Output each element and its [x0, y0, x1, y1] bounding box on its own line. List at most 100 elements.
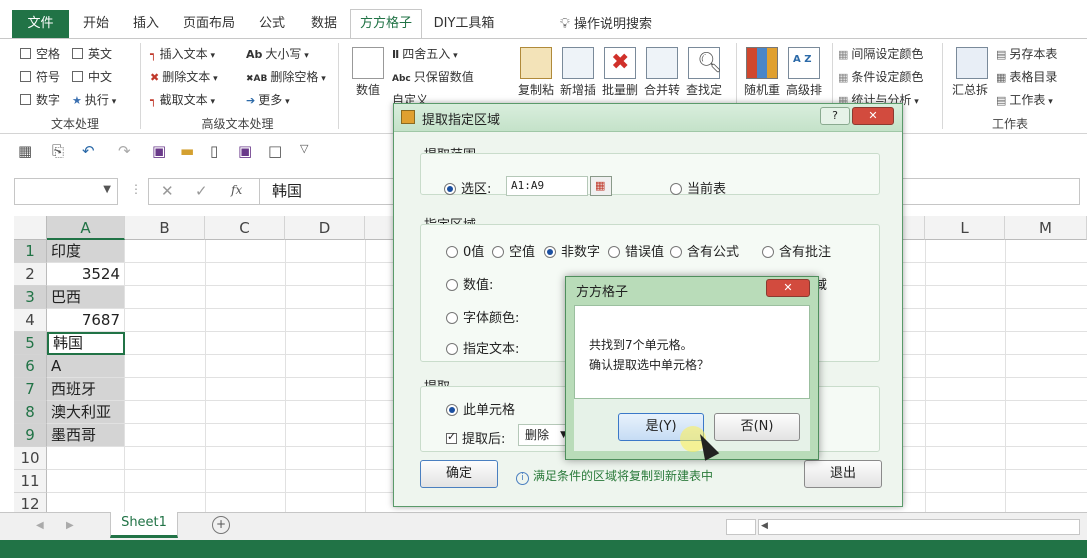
no-button[interactable]: 否(N)	[714, 413, 800, 441]
delete-space-button[interactable]: ✖AB 删除空格 ▾	[246, 67, 326, 87]
insert-text-button[interactable]: ┑ 插入文本 ▾	[150, 44, 215, 64]
add-insert-button[interactable]: 新增插	[554, 81, 602, 98]
after-action-select[interactable]: 删除 ▼	[518, 424, 570, 446]
radio-selection[interactable]: 选区:	[444, 178, 491, 197]
interval-color-button[interactable]: ▦ 间隔设定颜色	[838, 44, 923, 64]
summary-split-button[interactable]: 汇总拆	[946, 81, 994, 98]
radio-current-sheet[interactable]: 当前表	[670, 178, 726, 197]
batch-delete-button[interactable]: 批量删	[596, 81, 644, 98]
tab-formulas[interactable]: 公式	[248, 10, 296, 38]
redo-icon[interactable]: ↷	[118, 142, 131, 160]
copy-icon[interactable]: ⎘	[52, 142, 64, 160]
tab-page-layout[interactable]: 页面布局	[176, 10, 242, 38]
customize-qat-icon[interactable]: ▽	[300, 142, 308, 155]
cell-a[interactable]: 印度	[47, 240, 125, 263]
formula-bar-splitter[interactable]: ⋮	[130, 182, 142, 196]
tab-data[interactable]: 数据	[300, 10, 348, 38]
radio-empty[interactable]: 空值	[492, 241, 535, 260]
row-header[interactable]: 5	[14, 332, 47, 355]
cell-a[interactable]: 韩国	[47, 332, 125, 355]
cell-a[interactable]: 西班牙	[47, 378, 125, 401]
advanced-sort-button[interactable]: 高级排	[780, 81, 828, 98]
msgbox-close-button[interactable]: ✕	[766, 279, 810, 297]
scroll-left-icon[interactable]: ◀	[761, 521, 768, 531]
open-folder-icon[interactable]: ▬	[180, 142, 194, 160]
cell-a[interactable]: 巴西	[47, 286, 125, 309]
h-scroll-split[interactable]	[726, 519, 756, 535]
worksheet-menu-button[interactable]: ▤ 工作表 ▾	[996, 90, 1053, 110]
column-header-c[interactable]: C	[205, 216, 285, 240]
sheet-tab-sheet1[interactable]: Sheet1	[110, 512, 178, 538]
radio-zero[interactable]: 0值	[446, 241, 484, 260]
condition-color-button[interactable]: ▦ 条件设定颜色	[838, 67, 923, 87]
merge-convert-button[interactable]: 合并转	[638, 81, 686, 98]
exit-button[interactable]: 退出	[804, 460, 882, 488]
delete-text-button[interactable]: ✖ 删除文本 ▾	[150, 67, 218, 87]
row-header[interactable]: 7	[14, 378, 47, 401]
case-button[interactable]: Ab 大小写 ▾	[246, 44, 309, 64]
find-locate-button[interactable]: 查找定	[680, 81, 728, 98]
save-icon[interactable]: ▣	[152, 142, 166, 160]
tab-fangfang[interactable]: 方方格子	[350, 9, 422, 40]
tab-insert[interactable]: 插入	[122, 10, 170, 38]
row-header[interactable]: 2	[14, 263, 47, 286]
tell-me-search[interactable]: 💡︎ 操作说明搜索	[546, 10, 666, 38]
range-picker-button[interactable]: ▦	[590, 176, 612, 196]
radio-non-number[interactable]: 非数字	[544, 241, 600, 260]
cell-a[interactable]: 墨西哥	[47, 424, 125, 447]
name-box[interactable]: ▼	[14, 178, 118, 205]
row-header[interactable]: 3	[14, 286, 47, 309]
horizontal-scrollbar[interactable]: ◀	[758, 519, 1080, 535]
tab-file[interactable]: 文件	[12, 10, 69, 38]
checkbox-symbol[interactable]: 符号	[20, 67, 60, 87]
dialog-titlebar[interactable]: 提取指定区域 ? ✕	[394, 104, 902, 132]
cell-a[interactable]: 3524	[47, 263, 125, 286]
cancel-icon[interactable]: ✕	[161, 182, 174, 200]
column-header-m[interactable]: M	[1005, 216, 1087, 240]
grid-menu-icon[interactable]: ▦	[18, 142, 32, 160]
checkbox-number[interactable]: 数字	[20, 90, 60, 110]
new-document-icon[interactable]: ▯	[210, 142, 218, 160]
tab-diy-toolbox[interactable]: DIY工具箱	[424, 10, 504, 38]
selection-input[interactable]: A1:A9	[506, 176, 588, 196]
select-all-corner[interactable]	[14, 216, 47, 240]
column-header-a[interactable]: A	[47, 216, 125, 240]
table-toc-button[interactable]: ▦ 表格目录	[996, 67, 1057, 87]
execute-button[interactable]: ★ 执行 ▾	[72, 90, 116, 110]
msgbox-titlebar[interactable]: 方方格子 ✕	[566, 277, 818, 301]
cell-a[interactable]	[47, 470, 125, 493]
radio-error[interactable]: 错误值	[608, 241, 664, 260]
radio-specified-text[interactable]: 指定文本:	[446, 338, 519, 357]
radio-formula[interactable]: 含有公式	[670, 241, 739, 260]
checkbox-after-extract[interactable]: ✓ 提取后:	[446, 428, 505, 447]
prev-sheet-icon[interactable]: ◀	[36, 520, 44, 531]
cell-a[interactable]	[47, 447, 125, 470]
insert-function-button[interactable]: fx	[231, 183, 242, 197]
row-header[interactable]: 4	[14, 309, 47, 332]
radio-font-color[interactable]: 字体颜色:	[446, 307, 519, 326]
row-header[interactable]: 6	[14, 355, 47, 378]
row-header[interactable]: 8	[14, 401, 47, 424]
row-header[interactable]: 9	[14, 424, 47, 447]
column-header-b[interactable]: B	[125, 216, 205, 240]
tab-home[interactable]: 开始	[72, 10, 120, 38]
radio-numeric[interactable]: 数值:	[446, 274, 493, 293]
close-button[interactable]: ✕	[852, 107, 894, 125]
random-repeat-button[interactable]: 随机重	[738, 81, 786, 98]
cell-a[interactable]: 7687	[47, 309, 125, 332]
numeric-button[interactable]: 数值	[346, 81, 390, 98]
cell-a[interactable]: A	[47, 355, 125, 378]
save-as-icon[interactable]: ▣	[238, 142, 252, 160]
copy-paste-button[interactable]: 复制粘	[512, 81, 560, 98]
add-sheet-icon[interactable]: +	[212, 516, 230, 534]
row-header[interactable]: 10	[14, 447, 47, 470]
print-preview-icon[interactable]: □	[268, 142, 282, 160]
row-header[interactable]: 11	[14, 470, 47, 493]
ok-button[interactable]: 确定	[420, 460, 498, 488]
undo-icon[interactable]: ↶	[82, 142, 95, 160]
cell-a[interactable]: 澳大利亚	[47, 401, 125, 424]
radio-comment[interactable]: 含有批注	[762, 241, 831, 260]
extract-text-button[interactable]: ┑ 截取文本 ▾	[150, 90, 215, 110]
more-button[interactable]: ➔ 更多 ▾	[246, 90, 290, 110]
help-button[interactable]: ?	[820, 107, 850, 125]
